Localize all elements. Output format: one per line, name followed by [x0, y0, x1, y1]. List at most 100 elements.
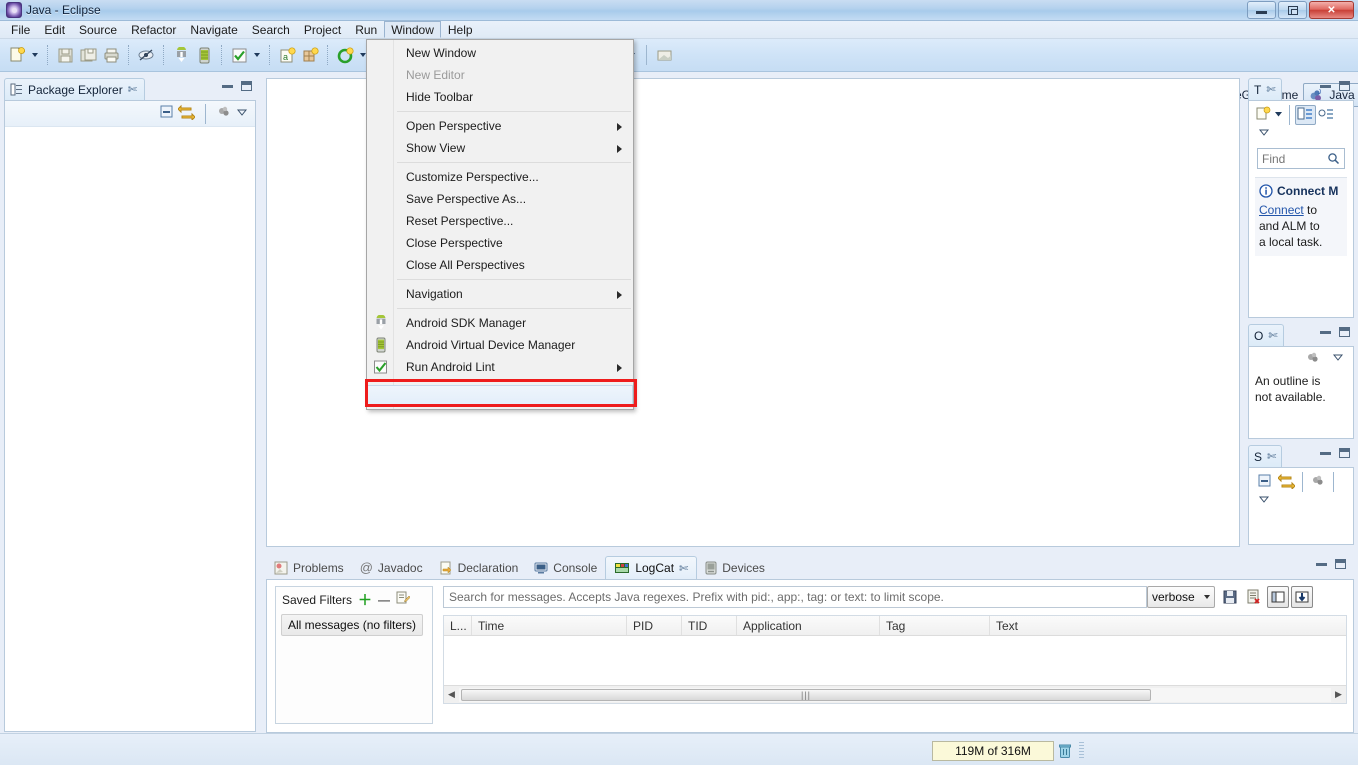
- column-header-application[interactable]: Application: [737, 616, 880, 635]
- print-button[interactable]: [100, 44, 122, 66]
- close-button[interactable]: ✕: [1309, 1, 1354, 19]
- remove-filter-button[interactable]: —: [378, 593, 390, 607]
- menu-item-navigation[interactable]: Navigation: [367, 283, 633, 305]
- menu-help[interactable]: Help: [441, 21, 480, 38]
- new-wizard-dropdown[interactable]: [29, 44, 40, 66]
- scroll-lock-button[interactable]: [1291, 586, 1313, 608]
- menu-item-hide-toolbar[interactable]: Hide Toolbar: [367, 86, 633, 108]
- minimize-button[interactable]: [1247, 1, 1276, 19]
- scrollbar-thumb[interactable]: |||: [461, 689, 1151, 701]
- clear-log-button[interactable]: [1243, 586, 1265, 608]
- save-all-button[interactable]: [77, 44, 99, 66]
- close-icon[interactable]: ✄: [1267, 450, 1276, 463]
- task-find-input[interactable]: Find: [1257, 148, 1345, 169]
- menu-item-close-perspective[interactable]: Close Perspective: [367, 232, 633, 254]
- minimize-view-icon[interactable]: [1316, 563, 1327, 566]
- run-lint-dropdown[interactable]: [251, 44, 262, 66]
- minimize-view-icon[interactable]: [222, 85, 233, 88]
- tab-snippets[interactable]: S ✄: [1248, 445, 1282, 467]
- log-level-select[interactable]: verbose: [1147, 586, 1215, 608]
- tab-outline[interactable]: O ✄: [1248, 324, 1284, 346]
- maximize-view-icon[interactable]: [1339, 81, 1350, 91]
- save-log-button[interactable]: [1219, 586, 1241, 608]
- restore-button[interactable]: [1278, 1, 1307, 19]
- snippets-dropdown-icon[interactable]: [1257, 495, 1271, 509]
- tab-problems[interactable]: Problems: [266, 556, 352, 579]
- menu-item-reset-perspective[interactable]: Reset Perspective...: [367, 210, 633, 232]
- add-filter-button[interactable]: ＋: [358, 595, 372, 605]
- toggle-mark-occurrences-button[interactable]: [135, 44, 157, 66]
- menu-item-open-perspective[interactable]: Open Perspective: [367, 115, 633, 137]
- menu-item-customize-perspective[interactable]: Customize Perspective...: [367, 166, 633, 188]
- logcat-search-input[interactable]: Search for messages. Accepts Java regexe…: [443, 586, 1147, 608]
- tab-declaration[interactable]: Declaration: [431, 556, 527, 579]
- tab-javadoc[interactable]: @ Javadoc: [352, 556, 431, 579]
- new-package-button[interactable]: [299, 44, 321, 66]
- maximize-view-icon[interactable]: [1335, 559, 1346, 569]
- tab-task-list[interactable]: T ✄: [1248, 78, 1282, 100]
- menu-run[interactable]: Run: [348, 21, 384, 38]
- menu-search[interactable]: Search: [245, 21, 297, 38]
- minimize-view-icon[interactable]: [1320, 85, 1331, 88]
- menu-item-android-virtual-device-manager[interactable]: Android Virtual Device Manager: [367, 334, 633, 356]
- column-header-text[interactable]: Text: [990, 616, 1290, 635]
- menu-item-run-android-lint[interactable]: Run Android Lint: [367, 356, 633, 378]
- heap-indicator[interactable]: 119M of 316M: [932, 741, 1054, 761]
- minimize-view-icon[interactable]: [1320, 452, 1331, 455]
- snippets-view-menu-icon[interactable]: [1310, 473, 1326, 491]
- maximize-view-icon[interactable]: [1339, 327, 1350, 337]
- collapse-all-icon[interactable]: [1257, 473, 1273, 492]
- scroll-right-arrow-icon[interactable]: ▶: [1331, 687, 1346, 703]
- column-header-level[interactable]: L...: [444, 616, 472, 635]
- close-icon[interactable]: ✄: [679, 562, 688, 575]
- task-list-view-menu-icon[interactable]: [1257, 128, 1271, 142]
- link-with-editor-icon[interactable]: [178, 104, 195, 123]
- menu-item-preferences[interactable]: [367, 385, 633, 407]
- maximize-view-icon[interactable]: [1339, 448, 1350, 458]
- minimize-view-icon[interactable]: [1320, 331, 1331, 334]
- pin-editor-button[interactable]: [654, 44, 676, 66]
- outline-view-menu-icon[interactable]: [1305, 350, 1321, 368]
- tab-logcat[interactable]: LogCat ✄: [605, 556, 697, 579]
- edit-filter-button[interactable]: [396, 591, 410, 608]
- menu-item-android-sdk-manager[interactable]: Android SDK Manager: [367, 312, 633, 334]
- logcat-table[interactable]: L... Time PID TID Application Tag Text ◀…: [443, 615, 1347, 704]
- menu-edit[interactable]: Edit: [37, 21, 72, 38]
- run-lint-button[interactable]: [228, 44, 250, 66]
- column-header-time[interactable]: Time: [472, 616, 627, 635]
- menu-window[interactable]: Window: [384, 21, 441, 38]
- new-wizard-button[interactable]: [6, 44, 28, 66]
- menu-item-show-view[interactable]: Show View: [367, 137, 633, 159]
- horizontal-scrollbar[interactable]: ◀ ||| ▶: [444, 685, 1346, 703]
- tab-console[interactable]: Console: [526, 556, 605, 579]
- column-header-tag[interactable]: Tag: [880, 616, 990, 635]
- column-header-pid[interactable]: PID: [627, 616, 682, 635]
- statusbar-grip[interactable]: [1079, 742, 1084, 760]
- scheduled-presentation-icon[interactable]: [1318, 106, 1335, 124]
- save-button[interactable]: [54, 44, 76, 66]
- maximize-view-icon[interactable]: [241, 81, 252, 91]
- new-android-project-button[interactable]: a: [276, 44, 298, 66]
- view-dropdown-icon[interactable]: [235, 105, 249, 122]
- close-icon[interactable]: ✄: [1268, 329, 1277, 342]
- menu-project[interactable]: Project: [297, 21, 348, 38]
- android-sdk-manager-button[interactable]: [170, 44, 192, 66]
- close-icon[interactable]: ✄: [1266, 83, 1275, 96]
- scrollbar-track[interactable]: |||: [459, 688, 1331, 702]
- connect-link[interactable]: Connect: [1259, 203, 1304, 217]
- tab-devices[interactable]: Devices: [697, 556, 773, 579]
- column-header-tid[interactable]: TID: [682, 616, 737, 635]
- outline-dropdown-icon[interactable]: [1331, 351, 1345, 367]
- menu-item-save-perspective-as[interactable]: Save Perspective As...: [367, 188, 633, 210]
- new-class-button[interactable]: [334, 44, 356, 66]
- android-avd-manager-button[interactable]: [193, 44, 215, 66]
- new-task-icon[interactable]: [1255, 106, 1271, 125]
- menu-source[interactable]: Source: [72, 21, 124, 38]
- list-item[interactable]: All messages (no filters): [281, 614, 423, 636]
- new-task-dropdown-icon[interactable]: [1273, 108, 1284, 123]
- menu-item-close-all-perspectives[interactable]: Close All Perspectives: [367, 254, 633, 276]
- garbage-collect-button[interactable]: [1054, 741, 1076, 761]
- tab-package-explorer[interactable]: Package Explorer ✄: [4, 78, 145, 100]
- menu-file[interactable]: File: [4, 21, 37, 38]
- link-with-editor-icon[interactable]: [1278, 473, 1295, 492]
